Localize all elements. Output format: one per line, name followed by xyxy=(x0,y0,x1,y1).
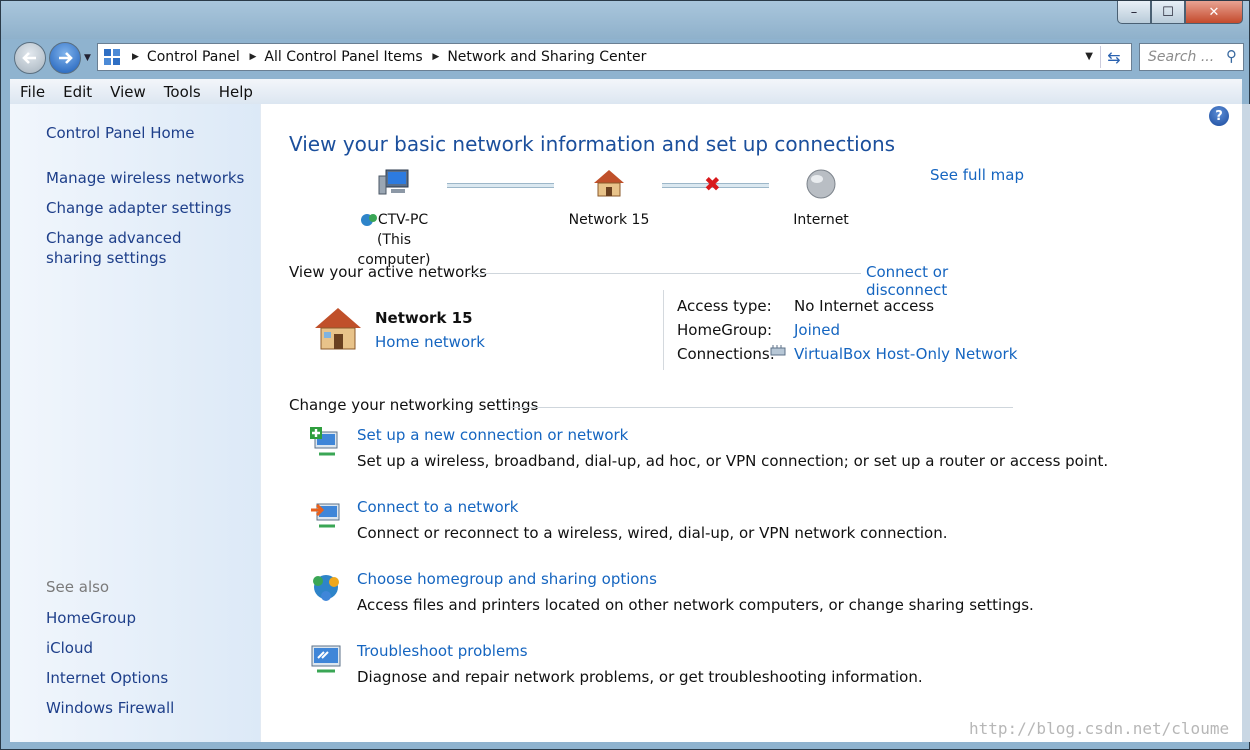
recent-pages-chevron-icon[interactable]: ▼ xyxy=(84,53,91,63)
see-also-firewall-link[interactable]: Windows Firewall xyxy=(46,698,246,718)
settings-title: Change your networking settings xyxy=(289,396,539,414)
forward-button[interactable] xyxy=(49,42,81,74)
title-bar: – ☐ ✕ xyxy=(1,1,1249,39)
main-pane: View your basic network information and … xyxy=(289,104,1108,742)
no-connection-icon: ✖ xyxy=(704,172,721,196)
menu-help[interactable]: Help xyxy=(219,83,253,101)
see-also-label: See also xyxy=(46,578,110,596)
network-node[interactable]: Network 15 xyxy=(554,168,664,230)
access-type-value: No Internet access xyxy=(794,297,935,315)
active-networks-divider xyxy=(467,273,861,274)
internet-label: Internet xyxy=(793,212,849,228)
see-also-icloud-link[interactable]: iCloud xyxy=(46,638,246,658)
watermark-text: http://blog.csdn.net/cloume xyxy=(969,719,1230,738)
setup-connection-link[interactable]: Set up a new connection or network xyxy=(357,426,628,444)
search-icon[interactable]: ⚲ xyxy=(1226,47,1237,65)
network-name: Network 15 xyxy=(568,212,650,228)
help-icon[interactable]: ? xyxy=(1209,106,1229,126)
active-network-name: Network 15 xyxy=(375,309,473,327)
control-panel-home-link[interactable]: Control Panel Home xyxy=(46,123,246,143)
see-also-homegroup-link[interactable]: HomeGroup xyxy=(46,608,246,628)
computer-name: CTV-PC xyxy=(377,212,429,228)
home-network-icon xyxy=(315,308,361,350)
forward-arrow-icon xyxy=(59,52,73,64)
new-connection-icon xyxy=(310,427,338,456)
network-adapter-icon xyxy=(769,343,789,363)
troubleshoot-icon xyxy=(311,645,341,673)
change-adapter-link[interactable]: Change adapter settings xyxy=(46,198,246,218)
search-input[interactable]: Search ... ⚲ xyxy=(1139,43,1244,71)
address-dropdown-icon[interactable]: ▼ xyxy=(1085,51,1093,62)
see-also-internet-options-link[interactable]: Internet Options xyxy=(46,668,246,688)
network-globe-icon xyxy=(360,214,377,226)
back-button[interactable] xyxy=(14,42,46,74)
explorer-window: – ☐ ✕ ▼ ▶ Control Panel ▶ All Control Pa… xyxy=(0,0,1250,750)
connect-network-link[interactable]: Connect to a network xyxy=(357,498,519,516)
connect-network-desc: Connect or reconnect to a wireless, wire… xyxy=(357,524,948,542)
internet-node[interactable]: Internet xyxy=(766,168,876,230)
breadcrumb-all-items[interactable]: All Control Panel Items ▶ xyxy=(264,49,447,65)
content-area: Control Panel Home Manage wireless netwo… xyxy=(10,104,1242,742)
close-button[interactable]: ✕ xyxy=(1185,1,1243,24)
menu-edit[interactable]: Edit xyxy=(63,83,92,101)
setup-connection-desc: Set up a wireless, broadband, dial-up, a… xyxy=(357,452,1109,470)
sidebar: Control Panel Home Manage wireless netwo… xyxy=(10,104,261,742)
computer-icon xyxy=(378,169,409,195)
computer-network-line xyxy=(447,183,554,188)
home-network-link[interactable]: Home network xyxy=(375,333,485,351)
homegroup-icon xyxy=(313,575,339,601)
breadcrumb-control-panel[interactable]: Control Panel ▶ xyxy=(147,49,264,65)
menu-file[interactable]: File xyxy=(20,83,45,101)
settings-divider xyxy=(511,407,1013,408)
control-panel-icon xyxy=(102,47,122,67)
homegroup-sharing-link[interactable]: Choose homegroup and sharing options xyxy=(357,570,657,588)
window-edge xyxy=(1242,104,1250,742)
homegroup-sharing-desc: Access files and printers located on oth… xyxy=(357,596,1034,614)
breadcrumb-network-center[interactable]: Network and Sharing Center xyxy=(447,49,646,65)
internet-globe-icon xyxy=(806,169,836,199)
refresh-button[interactable]: ⇆ xyxy=(1100,46,1127,68)
back-arrow-icon xyxy=(22,52,36,64)
manage-wireless-link[interactable]: Manage wireless networks xyxy=(46,168,246,188)
navigation-bar: ▼ ▶ Control Panel ▶ All Control Panel It… xyxy=(1,39,1249,77)
maximize-button[interactable]: ☐ xyxy=(1151,1,1185,24)
access-type-row: Access type: No Internet access xyxy=(677,297,935,315)
house-icon xyxy=(594,170,624,197)
virtualbox-connection-link[interactable]: VirtualBox Host-Only Network xyxy=(794,345,1017,363)
connect-or-disconnect-link[interactable]: Connect or disconnect xyxy=(866,263,1029,299)
active-networks-title: View your active networks xyxy=(289,263,487,281)
menu-view[interactable]: View xyxy=(110,83,146,101)
homegroup-joined-link[interactable]: Joined xyxy=(794,321,840,339)
computer-node: CTV-PC (This computer) xyxy=(339,168,449,270)
menu-tools[interactable]: Tools xyxy=(164,83,201,101)
breadcrumb-arrow-icon[interactable]: ▶ xyxy=(132,52,139,62)
menu-bar: File Edit View Tools Help xyxy=(10,79,1242,105)
homegroup-row: HomeGroup: Joined xyxy=(677,321,841,339)
change-sharing-link[interactable]: Change advanced sharing settings xyxy=(46,228,231,268)
connections-row: Connections: VirtualBox Host-Only Networ… xyxy=(677,345,1018,363)
connect-network-icon xyxy=(311,503,340,528)
active-network-separator xyxy=(663,290,664,370)
address-bar[interactable]: ▶ Control Panel ▶ All Control Panel Item… xyxy=(97,43,1132,71)
page-title: View your basic network information and … xyxy=(289,132,896,156)
minimize-button[interactable]: – xyxy=(1117,1,1151,24)
troubleshoot-desc: Diagnose and repair network problems, or… xyxy=(357,668,923,686)
troubleshoot-link[interactable]: Troubleshoot problems xyxy=(357,642,528,660)
see-full-map-link[interactable]: See full map xyxy=(930,166,1024,184)
